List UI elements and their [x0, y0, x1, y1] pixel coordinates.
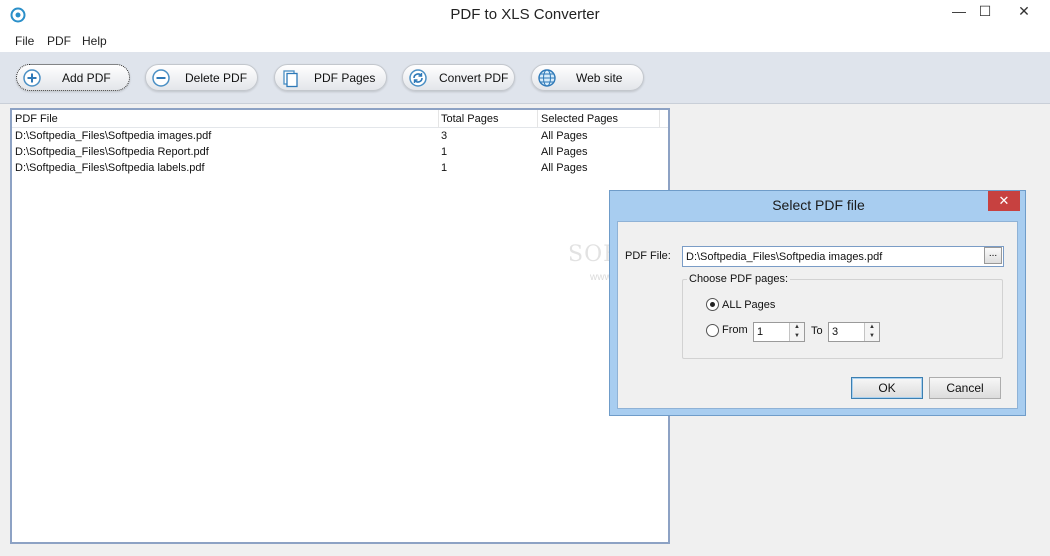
delete-pdf-label: Delete PDF — [185, 71, 248, 85]
pdf-file-list[interactable]: PDF File Total Pages Selected Pages D:\S… — [10, 108, 670, 544]
row-file: D:\Softpedia_Files\Softpedia labels.pdf — [15, 162, 205, 174]
close-button[interactable]: ✕ — [1002, 0, 1046, 22]
menu-help[interactable]: Help — [82, 34, 107, 48]
from-stepper-arrows[interactable]: ▲ ▼ — [789, 323, 804, 341]
add-icon — [23, 69, 41, 87]
convert-pdf-label: Convert PDF — [439, 71, 509, 85]
menu-file[interactable]: File — [15, 34, 34, 48]
row-selected-pages: All Pages — [541, 162, 588, 174]
convert-icon — [409, 69, 427, 87]
convert-pdf-button[interactable]: Convert PDF — [402, 64, 515, 91]
select-pdf-dialog: Select PDF file ✕ PDF File: D:\Softpedia… — [609, 190, 1026, 416]
column-total-pages[interactable]: Total Pages — [441, 113, 498, 125]
choose-pages-title: Choose PDF pages: — [687, 273, 791, 285]
menu-bar: File PDF Help — [0, 30, 1050, 52]
chevron-up-icon[interactable]: ▲ — [865, 323, 879, 332]
add-pdf-label: Add PDF — [62, 71, 111, 85]
all-pages-label[interactable]: ALL Pages — [722, 299, 775, 311]
row-selected-pages: All Pages — [541, 130, 588, 142]
browse-button[interactable]: ... — [984, 247, 1002, 264]
from-label[interactable]: From — [722, 324, 748, 336]
menu-pdf[interactable]: PDF — [47, 34, 71, 48]
add-pdf-button[interactable]: Add PDF — [16, 64, 130, 91]
row-total-pages: 1 — [441, 146, 448, 158]
from-page-stepper[interactable]: 1 ▲ ▼ — [753, 322, 805, 342]
to-page-value: 3 — [832, 326, 839, 338]
title-bar: PDF to XLS Converter — ☐ ✕ — [0, 0, 1050, 30]
table-row[interactable]: D:\Softpedia_Files\Softpedia labels.pdf … — [12, 161, 668, 177]
pdf-pages-label: PDF Pages — [314, 71, 376, 85]
window-title: PDF to XLS Converter — [450, 6, 600, 23]
to-stepper-arrows[interactable]: ▲ ▼ — [864, 323, 879, 341]
row-total-pages: 3 — [441, 130, 448, 142]
from-range-radio[interactable] — [706, 324, 719, 337]
dialog-close-button[interactable]: ✕ — [988, 191, 1020, 211]
all-pages-radio[interactable] — [706, 298, 719, 311]
from-page-value: 1 — [757, 326, 764, 338]
row-selected-pages: All Pages — [541, 146, 588, 158]
row-file: D:\Softpedia_Files\Softpedia images.pdf — [15, 130, 212, 142]
ok-button[interactable]: OK — [851, 377, 923, 399]
pdf-file-path-input[interactable]: D:\Softpedia_Files\Softpedia images.pdf — [682, 246, 1004, 267]
to-page-stepper[interactable]: 3 ▲ ▼ — [828, 322, 880, 342]
row-total-pages: 1 — [441, 162, 448, 174]
pdf-pages-button[interactable]: PDF Pages — [274, 64, 387, 91]
chevron-up-icon[interactable]: ▲ — [790, 323, 804, 332]
globe-icon — [538, 69, 556, 87]
list-header: PDF File Total Pages Selected Pages — [12, 110, 668, 128]
column-divider[interactable] — [659, 110, 660, 128]
table-row[interactable]: D:\Softpedia_Files\Softpedia images.pdf … — [12, 129, 668, 145]
to-label: To — [811, 325, 823, 337]
table-row[interactable]: D:\Softpedia_Files\Softpedia Report.pdf … — [12, 145, 668, 161]
toolbar: Add PDF Delete PDF PDF Pages Convert PDF… — [0, 52, 1050, 104]
choose-pages-group — [682, 279, 1003, 359]
pdf-file-path-value: D:\Softpedia_Files\Softpedia images.pdf — [686, 251, 883, 263]
delete-pdf-button[interactable]: Delete PDF — [145, 64, 258, 91]
column-pdf-file[interactable]: PDF File — [15, 113, 58, 125]
chevron-down-icon[interactable]: ▼ — [790, 332, 804, 341]
column-divider[interactable] — [537, 110, 538, 128]
chevron-down-icon[interactable]: ▼ — [865, 332, 879, 341]
column-divider[interactable] — [438, 110, 439, 128]
dialog-title: Select PDF file — [772, 197, 865, 213]
cancel-button[interactable]: Cancel — [929, 377, 1001, 399]
maximize-button[interactable]: ☐ — [968, 0, 1002, 22]
pages-icon — [283, 70, 298, 88]
remove-icon — [152, 69, 170, 87]
web-site-button[interactable]: Web site — [531, 64, 644, 91]
dialog-body: PDF File: D:\Softpedia_Files\Softpedia i… — [617, 221, 1018, 409]
row-file: D:\Softpedia_Files\Softpedia Report.pdf — [15, 146, 209, 158]
pdf-file-label: PDF File: — [625, 250, 671, 262]
web-site-label: Web site — [576, 71, 623, 85]
column-selected-pages[interactable]: Selected Pages — [541, 113, 618, 125]
